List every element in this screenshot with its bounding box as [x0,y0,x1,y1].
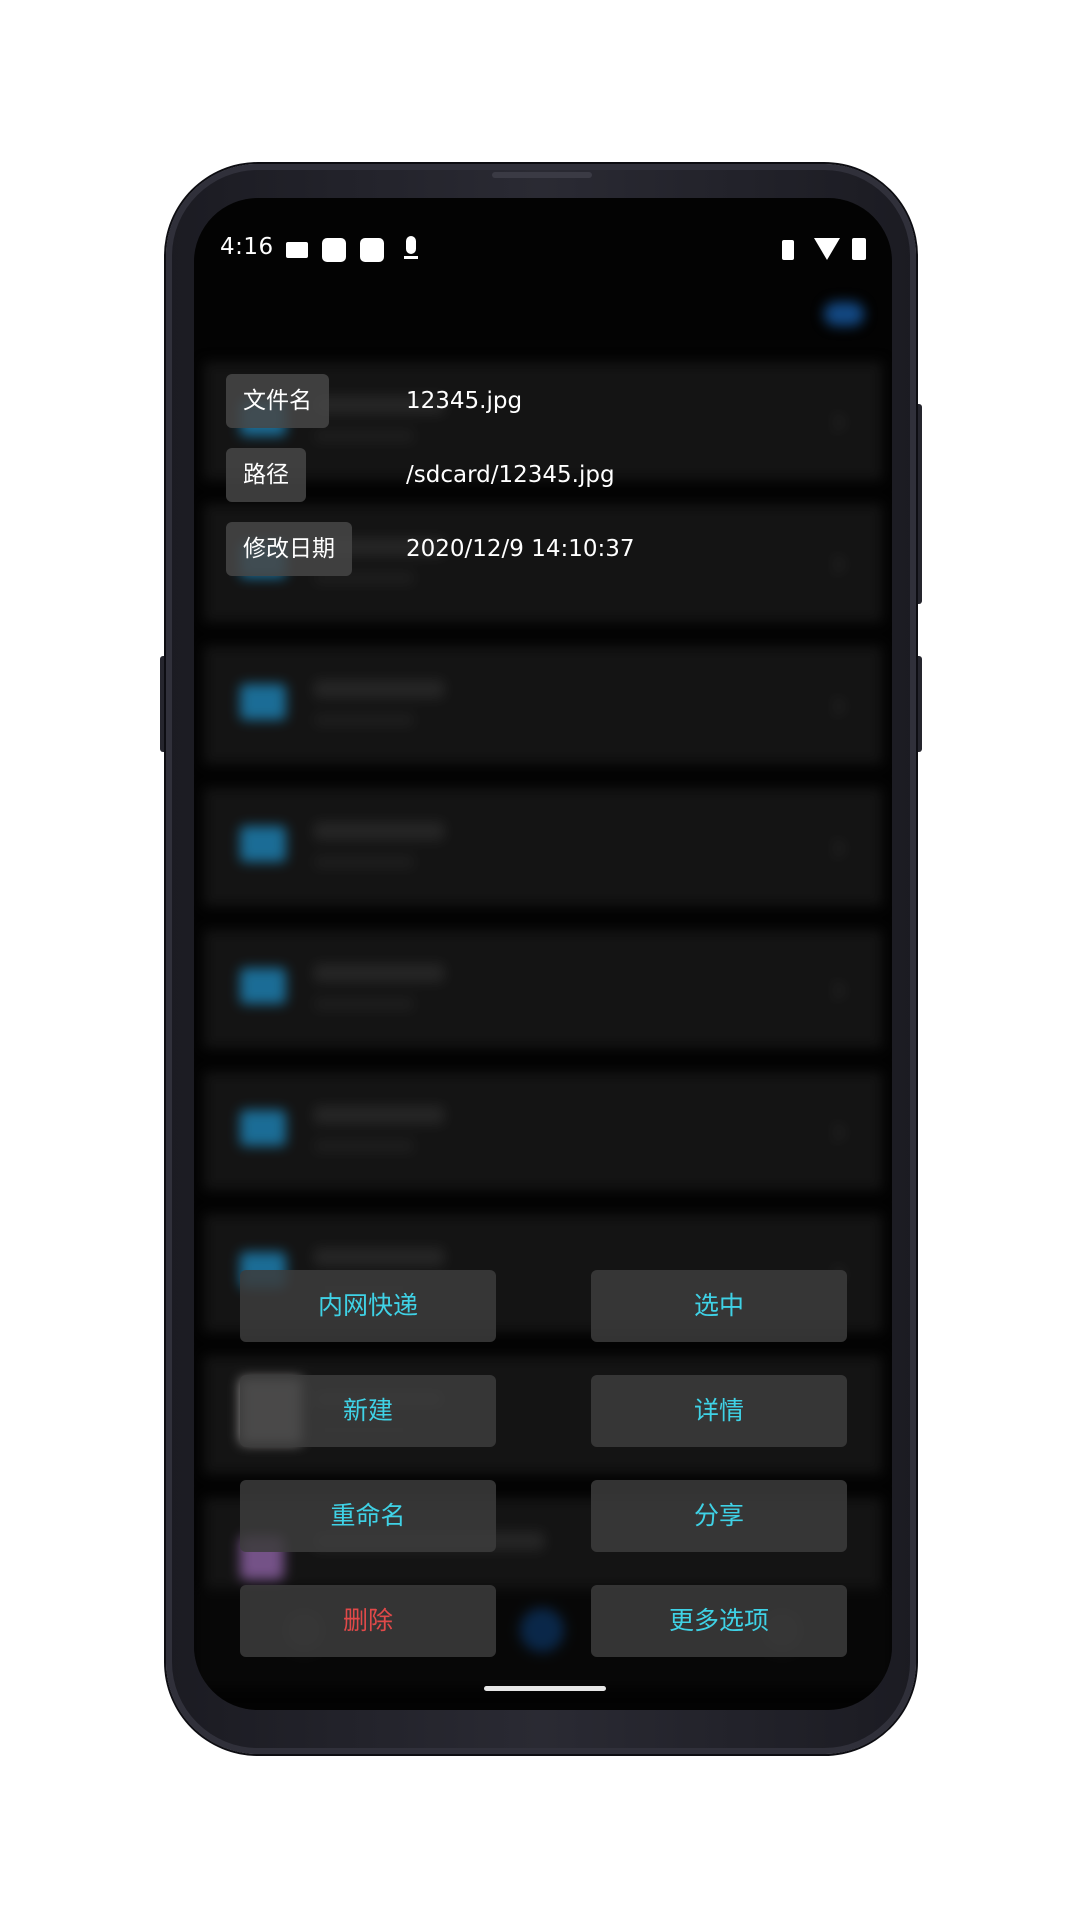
filename-label: 文件名 [226,374,329,428]
microphone-icon [406,236,416,254]
wifi-off-icon [814,238,840,260]
microphone-base [404,256,418,259]
earpiece [492,172,592,178]
path-value: /sdcard/12345.jpg [406,462,615,488]
select-button[interactable]: 选中 [591,1270,847,1342]
status-bar: 4:16 [194,226,892,270]
modified-date-label: 修改日期 [226,522,352,576]
filename-value: 12345.jpg [406,388,523,414]
status-time: 4:16 [220,234,274,260]
app-square-icon [322,238,346,262]
new-button[interactable]: 新建 [240,1375,496,1447]
details-button[interactable]: 详情 [591,1375,847,1447]
rename-button[interactable]: 重命名 [240,1480,496,1552]
home-indicator[interactable] [484,1686,606,1691]
phone-screen: ​ [194,198,892,1710]
folder-icon [286,242,308,258]
vibrate-icon [782,240,794,260]
app-square-icon [360,238,384,262]
delete-button[interactable]: 删除 [240,1585,496,1657]
more-options-button[interactable]: 更多选项 [591,1585,847,1657]
lan-transfer-button[interactable]: 内网快递 [240,1270,496,1342]
modified-date-value: 2020/12/9 14:10:37 [406,536,635,562]
battery-icon [852,238,866,260]
share-button[interactable]: 分享 [591,1480,847,1552]
path-label: 路径 [226,448,306,502]
